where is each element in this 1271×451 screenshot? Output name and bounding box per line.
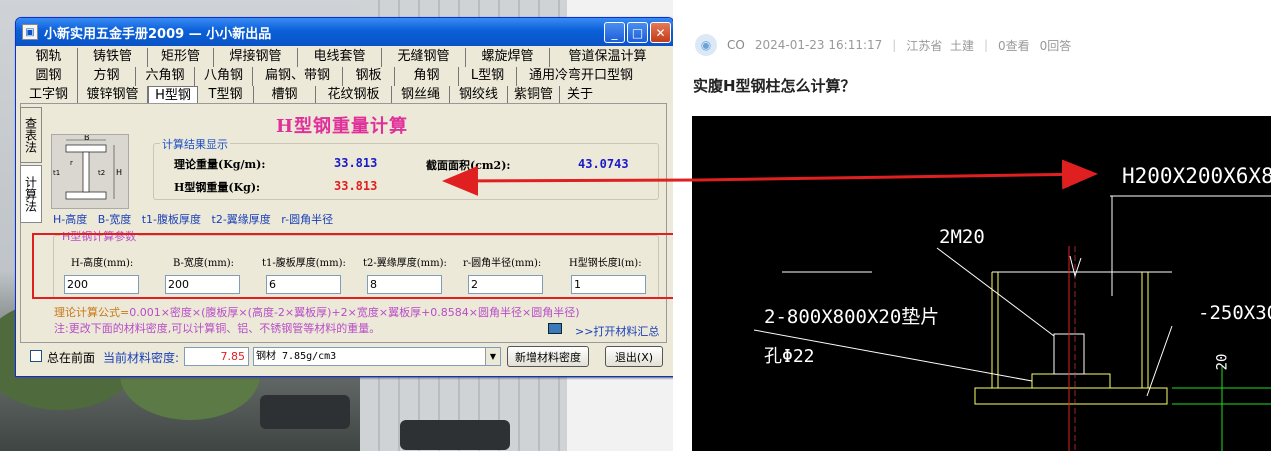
title-bar[interactable]: ▣ 小新实用五金手册2009 — 小小新出品	[16, 18, 673, 46]
tab-seamless-pipe[interactable]: 无缝钢管	[382, 48, 466, 67]
tab-l-steel[interactable]: L型钢	[459, 67, 517, 86]
exit-button[interactable]: 退出(X)	[605, 346, 663, 367]
h-beam-diagram: B H t1 t2 r	[51, 133, 129, 209]
formula-note: 注:更改下面的材料密度,可以计算铜、铝、不锈钢管等材料的重量。	[54, 322, 381, 335]
diagram-label-t1: t1	[53, 169, 60, 177]
tab-square-steel[interactable]: 方钢	[78, 67, 136, 86]
diagram-label-r: r	[70, 159, 73, 167]
divider: |	[892, 38, 897, 52]
theory-weight-value: 33.813	[334, 156, 378, 170]
annotation-box	[32, 233, 698, 299]
tab-row-1: 钢轨 铸铁管 矩形管 焊接钢管 电线套管 无缝钢管 螺旋焊管 管道保温计算	[20, 48, 665, 67]
side-tab-lookup[interactable]: 查表法	[20, 107, 42, 163]
app-window: ▣ 小新实用五金手册2009 — 小小新出品 _ □ ✕ 钢轨 铸铁管 矩形管 …	[15, 17, 674, 377]
tab-cast-iron-pipe[interactable]: 铸铁管	[78, 48, 148, 67]
user-avatar-icon[interactable]: ◉	[695, 34, 717, 56]
diagram-label-h: H	[116, 168, 122, 177]
formula-prefix: 理论计算公式=	[54, 306, 130, 319]
tab-welded-pipe[interactable]: 焊接钢管	[214, 48, 298, 67]
post-meta: ◉ CO 2024-01-23 16:11:17 | 江苏省 土建 | 0查看 …	[695, 34, 1071, 56]
cad-drawing[interactable]: H200X200X6X8 2M20 2-800X800X20垫片 孔Φ22 -2…	[692, 116, 1271, 451]
post-date: 2024-01-23 16:11:17	[754, 38, 883, 52]
post-user[interactable]: CO	[727, 38, 745, 52]
tab-conduit[interactable]: 电线套管	[298, 48, 382, 67]
app-icon: ▣	[22, 24, 38, 40]
tab-flat-steel[interactable]: 扁钢、带钢	[253, 67, 343, 86]
tab-cold-formed[interactable]: 通用冷弯开口型钢	[517, 67, 645, 86]
tab-row-2: 圆钢 方钢 六角钢 八角钢 扁钢、带钢 钢板 角钢 L型钢 通用冷弯开口型钢	[20, 67, 645, 86]
tab-steel-plate[interactable]: 钢板	[343, 67, 395, 86]
close-button[interactable]: ✕	[650, 22, 671, 43]
material-select-value: 钢材 7.85g/cm3	[256, 351, 337, 362]
h-weight-label: H型钢重量(Kg):	[174, 181, 261, 194]
minimize-button[interactable]: _	[604, 22, 625, 43]
tab-insulation[interactable]: 管道保温计算	[550, 48, 665, 67]
diagram-label-b: B	[84, 135, 90, 142]
always-on-top-checkbox[interactable]	[30, 350, 42, 362]
new-density-button[interactable]: 新增材料密度	[507, 346, 589, 367]
tab-hex-steel[interactable]: 六角钢	[136, 67, 195, 86]
theory-weight-label: 理论重量(Kg/m):	[174, 158, 266, 171]
tab-rail[interactable]: 钢轨	[20, 48, 78, 67]
post-replies: 0回答	[1039, 38, 1072, 53]
always-on-top-label: 总在前面	[47, 351, 96, 365]
results-legend: 计算结果显示	[160, 136, 230, 152]
tab-angle-steel[interactable]: 角钢	[395, 67, 459, 86]
tab-round-steel[interactable]: 圆钢	[20, 67, 78, 86]
window-title: 小新实用五金手册2009 — 小小新出品	[44, 26, 272, 42]
cad-label-plate: 2-800X800X20垫片	[764, 306, 940, 328]
material-select[interactable]: 钢材 7.85g/cm3	[253, 347, 501, 366]
car-image	[400, 420, 510, 450]
maximize-button[interactable]: □	[627, 22, 648, 43]
calculator-icon[interactable]	[548, 323, 562, 334]
post-location: 江苏省 土建	[906, 38, 974, 53]
tab-rect-pipe[interactable]: 矩形管	[148, 48, 214, 67]
post-views: 0查看	[998, 38, 1030, 53]
density-label: 当前材料密度:	[103, 351, 180, 365]
section-area-label: 截面面积(cm2):	[426, 159, 511, 172]
h-weight-value: 33.813	[334, 179, 378, 193]
car-image	[260, 395, 350, 429]
tab-oct-steel[interactable]: 八角钢	[195, 67, 253, 86]
cad-label-right: -250X30	[1198, 302, 1271, 324]
cad-label-dim: 20	[1214, 353, 1231, 371]
section-area-value: 43.0743	[578, 157, 629, 171]
symbol-hint: H-高度 B-宽度 t1-腹板厚度 t2-翼缘厚度 r-圆角半径	[53, 213, 334, 226]
divider: |	[983, 38, 989, 52]
diagram-label-t2: t2	[98, 169, 105, 177]
open-material-summary-link[interactable]: >>打开材料汇总	[575, 323, 659, 339]
cad-label-hole: 孔Φ22	[764, 346, 815, 367]
chevron-down-icon[interactable]: ▼	[485, 348, 500, 365]
cad-label-section: H200X200X6X8	[1122, 164, 1271, 188]
formula-body: 0.001×密度×(腹板厚×(高度-2×翼板厚)+2×宽度×翼板厚+0.8584…	[129, 306, 580, 319]
cad-label-bolts: 2M20	[939, 226, 985, 248]
calc-title: H型钢重量计算	[276, 116, 409, 137]
side-tab-calculate[interactable]: 计算法	[20, 165, 42, 223]
formula-line: 理论计算公式=0.001×密度×(腹板厚×(高度-2×翼板厚)+2×宽度×翼板厚…	[54, 304, 580, 320]
question-title: 实腹H型钢柱怎么计算？	[693, 77, 856, 95]
tab-spiral-pipe[interactable]: 螺旋焊管	[466, 48, 550, 67]
density-input[interactable]: 7.85	[184, 347, 249, 366]
qa-page: ◉ CO 2024-01-23 16:11:17 | 江苏省 土建 | 0查看 …	[673, 0, 1271, 451]
